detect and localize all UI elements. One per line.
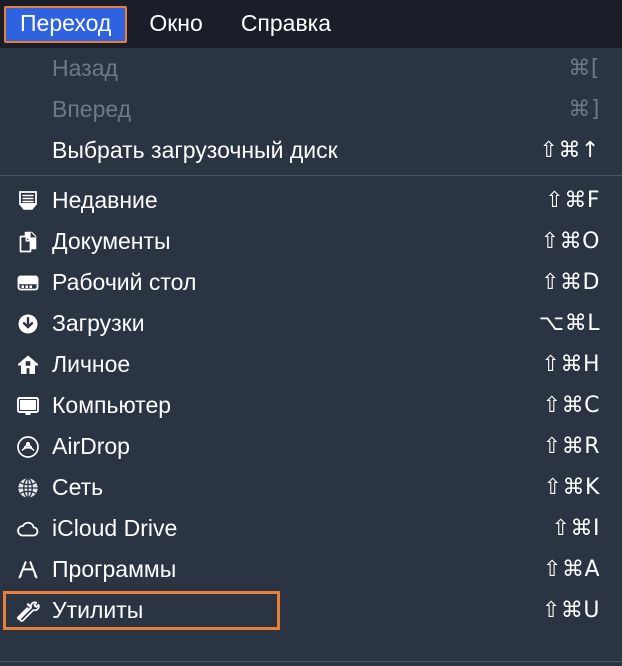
menu-item-computer[interactable]: Компьютер ⇧⌘C [0, 385, 622, 426]
menu-item-shortcut: ⇧⌘C [542, 392, 600, 418]
menu-item-shortcut: ⇧⌘D [541, 269, 600, 295]
menu-item-applications[interactable]: Программы ⇧⌘A [0, 549, 622, 590]
menu-item-shortcut: ⇧⌘I [551, 515, 600, 541]
menu-item-label: AirDrop [52, 433, 130, 459]
menu-item-label: Выбрать загрузочный диск [52, 137, 338, 163]
menu-bar: Переход Окно Справка [0, 0, 622, 48]
menu-item-network[interactable]: Сеть ⇧⌘K [0, 467, 622, 508]
network-icon [16, 476, 50, 500]
menu-item-label: Личное [52, 351, 131, 377]
menu-item-label: Компьютер [52, 392, 172, 418]
menu-item-label: Назад [52, 55, 118, 81]
menu-separator-bottom [0, 661, 622, 662]
menu-item-select-startup-disk[interactable]: Выбрать загрузочный диск ⇧⌘↑ [0, 130, 622, 171]
menu-item-back[interactable]: Назад ⌘[ [0, 48, 622, 89]
menu-item-recents[interactable]: Недавние ⇧⌘F [0, 180, 622, 221]
menu-item-icloud-drive[interactable]: iCloud Drive ⇧⌘I [0, 508, 622, 549]
menubar-item-go[interactable]: Переход [4, 5, 128, 43]
menu-item-shortcut: ⌘[ [568, 55, 600, 81]
menu-item-label: Недавние [52, 187, 158, 213]
menu-item-label: iCloud Drive [52, 515, 178, 541]
home-icon [16, 353, 50, 377]
menu-item-label: Документы [52, 228, 171, 254]
menu-item-label: Программы [52, 556, 177, 582]
go-menu-dropdown: Назад ⌘[ Вперед ⌘] Выбрать загрузочный д… [0, 48, 622, 666]
documents-icon [16, 230, 50, 254]
menu-item-shortcut: ⌥⌘L [538, 310, 600, 336]
menu-item-utilities[interactable]: Утилиты ⇧⌘U [0, 590, 622, 631]
menu-item-shortcut: ⇧⌘O [540, 228, 600, 254]
computer-icon [16, 394, 50, 418]
applications-icon [16, 558, 50, 582]
menu-item-label: Вперед [52, 96, 132, 122]
menubar-item-window[interactable]: Окно [133, 6, 218, 43]
menu-item-downloads[interactable]: Загрузки ⌥⌘L [0, 303, 622, 344]
menu-item-home[interactable]: Личное ⇧⌘H [0, 344, 622, 385]
recents-icon [16, 189, 50, 213]
menu-item-shortcut: ⌘] [568, 96, 600, 122]
menu-item-label: Утилиты [52, 597, 144, 623]
downloads-icon [16, 312, 50, 336]
menu-item-desktop[interactable]: Рабочий стол ⇧⌘D [0, 262, 622, 303]
menu-item-shortcut: ⇧⌘U [541, 597, 600, 623]
menu-item-shortcut: ⇧⌘K [543, 474, 600, 500]
menu-item-shortcut: ⇧⌘↑ [539, 137, 600, 163]
menu-item-shortcut: ⇧⌘A [543, 556, 600, 582]
menu-item-label: Загрузки [52, 310, 145, 336]
menubar-item-help[interactable]: Справка [225, 6, 347, 43]
icloud-icon [16, 517, 50, 541]
menu-item-documents[interactable]: Документы ⇧⌘O [0, 221, 622, 262]
menu-item-label: Рабочий стол [52, 269, 197, 295]
menu-item-airdrop[interactable]: AirDrop ⇧⌘R [0, 426, 622, 467]
menu-item-label: Сеть [52, 474, 104, 500]
menu-item-shortcut: ⇧⌘H [541, 351, 600, 377]
utilities-icon [16, 599, 50, 623]
airdrop-icon [16, 435, 50, 459]
menu-item-shortcut: ⇧⌘F [545, 187, 600, 213]
menu-separator [0, 175, 622, 176]
desktop-icon [16, 271, 50, 295]
menu-item-forward[interactable]: Вперед ⌘] [0, 89, 622, 130]
menu-item-shortcut: ⇧⌘R [542, 433, 600, 459]
